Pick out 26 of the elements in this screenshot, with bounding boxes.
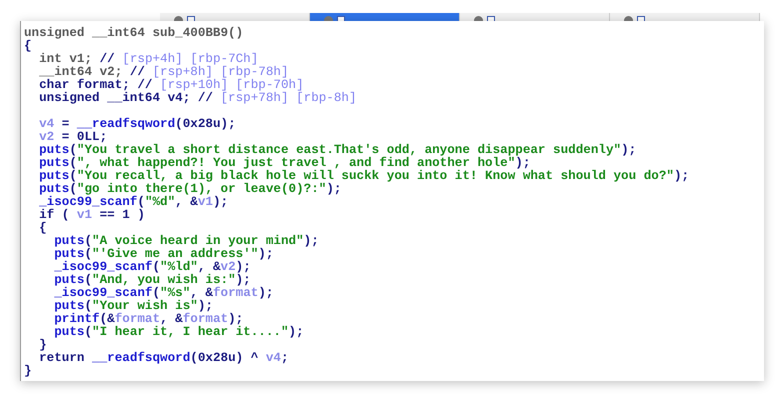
code-line: char format; // [rsp+10h] [rbp-70h] (38, 79, 304, 92)
code-line: _isoc99_scanf("%d", &v1); (38, 196, 228, 209)
code-line: } (38, 339, 47, 352)
code-line: puts(", what happend?! You just travel , and find another hole"); (38, 157, 530, 170)
code-line: puts("go into there(1), or leave(0)?:"); (38, 183, 342, 196)
code-line: puts("Your wish is"); (53, 300, 213, 313)
code-line: unsigned __int64 sub_400BB9() (24, 27, 244, 40)
code-line: if ( v1 == 1 ) (38, 209, 145, 222)
code-line: puts("I hear it, I hear it...."); (53, 326, 304, 339)
code-line: _isoc99_scanf("%s", &format); (53, 287, 274, 300)
code-line: int v1; // [rsp+4h] [rbp-7Ch] (38, 53, 258, 66)
code-line: _isoc99_scanf("%ld", &v2); (53, 261, 251, 274)
code-line: puts("A voice heard in your mind"); (53, 235, 319, 248)
code-line: v2 = 0LL; (38, 131, 108, 144)
code-line: v4 = __readfsqword(0x28u); (38, 118, 236, 131)
code-line: __int64 v2; // [rsp+8h] [rbp-78h] (38, 66, 289, 79)
code-line: } (24, 365, 32, 378)
code-line: { (24, 40, 32, 53)
code-line: { (38, 222, 47, 235)
code-line: puts("You recall, a big black hole will suckk you into it! Know what should you do?"); (38, 170, 690, 183)
code-line: puts("'Give me an address'"); (53, 248, 274, 261)
code-line: return __readfsqword(0x28u) ^ v4; (38, 352, 289, 365)
code-line: printf(&format, &format); (53, 313, 244, 326)
code-line: puts("You travel a short distance east.That's odd, anyone disappear suddenly"); (38, 144, 636, 157)
code-line: puts("And, you wish is:"); (53, 274, 251, 287)
code-line: unsigned __int64 v4; // [rsp+78h] [rbp-8h] (38, 92, 357, 105)
